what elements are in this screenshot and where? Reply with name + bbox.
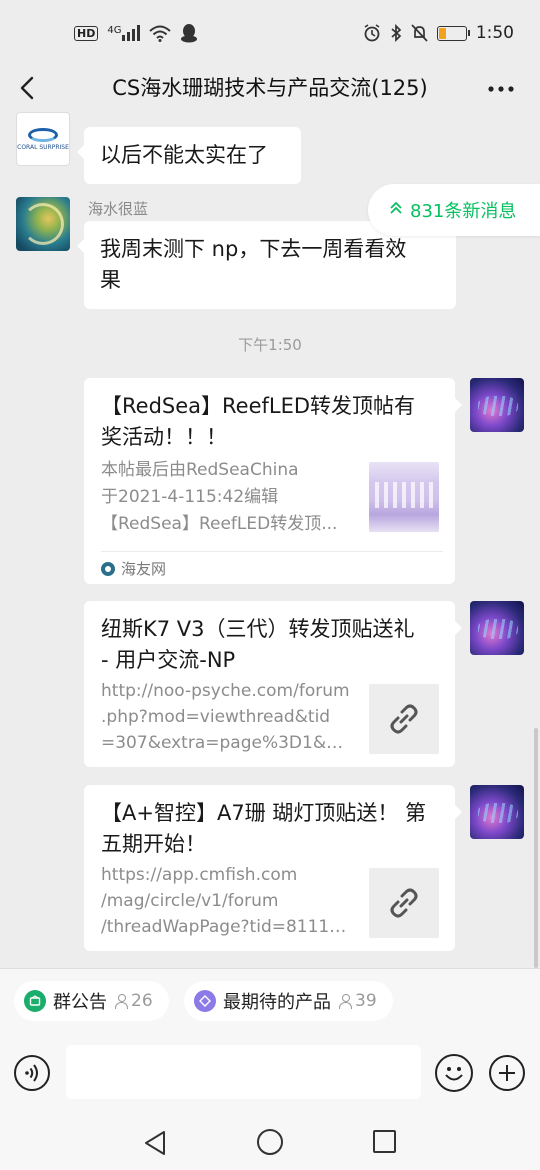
chat-area[interactable]: CORAL SURPRISE 以后不能太实在了 海水很蓝 我周末测下 np，下去…	[0, 110, 540, 968]
card-divider	[101, 551, 443, 552]
card-source-label: 海友网	[121, 560, 167, 578]
link-card[interactable]: 【A+智控】A7珊 瑚灯顶贴送！ 第 五期开始！ https://app.cmf…	[84, 785, 462, 951]
signal-icon: 4G	[107, 25, 141, 41]
hd-badge: HD	[74, 25, 99, 41]
pill-count-value: 39	[355, 991, 377, 1011]
message-input[interactable]	[66, 1045, 421, 1099]
qq-icon	[181, 24, 198, 43]
vote-icon	[194, 990, 216, 1012]
link-card[interactable]: 纽斯K7 V3（三代）转发顶贴送礼 - 用户交流-NP http://noo-p…	[84, 601, 462, 767]
card-desc-line: 于2021-4-115:42编辑	[101, 487, 279, 507]
my-avatar[interactable]	[470, 378, 524, 432]
avatar[interactable]: CORAL SURPRISE	[16, 112, 70, 166]
group-notice-pill[interactable]: 群公告 26	[14, 981, 169, 1021]
new-messages-button[interactable]: 831条新消息	[368, 184, 540, 236]
card-desc-line: http://noo-psyche.com/forum	[101, 681, 350, 701]
card-desc-line: https://app.cmfish.com	[101, 865, 298, 885]
person-icon	[338, 994, 352, 1009]
new-messages-label: 831条新消息	[410, 201, 517, 222]
input-row	[0, 1043, 540, 1101]
back-arrow-icon	[20, 76, 34, 100]
card-desc-line: .php?mod=viewthread&tid	[101, 707, 331, 727]
status-right: 1:50	[363, 23, 514, 43]
double-up-arrow-icon	[390, 201, 402, 219]
triangle-back-icon	[145, 1131, 165, 1155]
avatar-logo-text: CORAL SURPRISE	[17, 143, 69, 151]
link-icon	[390, 888, 418, 918]
chat-header: CS海水珊瑚技术与产品交流(125)	[0, 66, 540, 110]
card-desc-line: /mag/circle/v1/forum	[101, 891, 279, 911]
avatar[interactable]	[16, 197, 70, 251]
pill-label: 最期待的产品	[223, 992, 331, 1013]
battery-fill	[438, 27, 446, 39]
clock: 1:50	[475, 23, 514, 43]
card-source: 海友网	[101, 558, 166, 579]
message-line: 果	[100, 268, 121, 292]
person-icon	[114, 994, 128, 1009]
back-button[interactable]	[12, 70, 48, 106]
message-bubble[interactable]: 以后不能太实在了	[77, 127, 301, 184]
alarm-icon	[364, 24, 380, 42]
bottom-panel: 群公告 26 最期待的产品 39	[0, 968, 540, 1170]
card-title-line: 五期开始！	[101, 832, 206, 856]
link-icon	[390, 704, 418, 734]
bluetooth-icon	[391, 24, 402, 42]
mute-icon	[411, 24, 428, 42]
card-title-line: 【A+智控】A7珊 瑚灯顶贴送！ 第	[101, 801, 427, 825]
card-title: 纽斯K7 V3（三代）转发顶贴送礼 - 用户交流-NP	[101, 614, 439, 676]
status-bar: HD 4G 1:50	[0, 0, 540, 66]
battery-icon	[436, 25, 470, 41]
card-link-thumbnail	[369, 684, 439, 754]
nav-recents-button[interactable]	[373, 1130, 396, 1153]
voice-icon	[25, 1064, 38, 1082]
card-desc-line: 【RedSea】ReefLED转发顶...	[101, 514, 338, 534]
card-title-line: 奖活动！！！	[101, 425, 227, 449]
scrollbar[interactable]	[534, 728, 538, 968]
nav-home-button[interactable]	[257, 1129, 283, 1155]
system-nav-bar	[0, 1115, 540, 1170]
pill-count: 39	[338, 991, 377, 1011]
card-link-thumbnail	[369, 868, 439, 938]
card-title-line: - 用户交流-NP	[101, 648, 236, 672]
network-type: 4G	[107, 25, 122, 36]
status-left: HD 4G	[74, 23, 198, 43]
emoji-icon	[445, 1067, 463, 1081]
source-icon	[101, 561, 115, 576]
more-functions-button[interactable]	[489, 1055, 525, 1091]
pill-label: 群公告	[53, 992, 107, 1013]
card-title: 【A+智控】A7珊 瑚灯顶贴送！ 第 五期开始！	[101, 798, 439, 860]
card-desc-line: =307&extra=page%3D1&mo...	[101, 733, 354, 753]
card-desc-line: /threadWapPage?tid=81119...	[101, 917, 354, 937]
pill-count-value: 26	[131, 991, 153, 1011]
message-timestamp: 下午1:50	[238, 336, 302, 354]
message-line: 我周末测下 np，下去一周看看效	[100, 237, 407, 261]
card-title-line: 纽斯K7 V3（三代）转发顶贴送礼	[101, 617, 415, 641]
nav-back-button[interactable]	[142, 1129, 170, 1157]
wifi-icon	[149, 25, 172, 42]
voice-button[interactable]	[14, 1055, 50, 1091]
expected-product-pill[interactable]: 最期待的产品 39	[184, 981, 393, 1021]
more-options-button[interactable]	[486, 74, 516, 104]
card-thumbnail	[369, 462, 439, 532]
my-avatar[interactable]	[470, 601, 524, 655]
announcement-icon	[24, 990, 46, 1012]
link-card[interactable]: 【RedSea】ReefLED转发顶帖有 奖活动！！！ 本帖最后由RedSeaC…	[84, 378, 462, 584]
sender-name: 海水很蓝	[88, 200, 149, 218]
emoji-button[interactable]	[435, 1054, 473, 1092]
pill-count: 26	[114, 991, 153, 1011]
my-avatar[interactable]	[470, 785, 524, 839]
more-icon	[488, 86, 514, 92]
coral-surprise-logo	[28, 127, 58, 142]
chat-title: CS海水珊瑚技术与产品交流(125)	[112, 76, 428, 100]
card-title-line: 【RedSea】ReefLED转发顶帖有	[101, 394, 416, 418]
card-desc-line: 本帖最后由RedSeaChina	[101, 460, 299, 480]
card-title: 【RedSea】ReefLED转发顶帖有 奖活动！！！	[101, 391, 439, 453]
